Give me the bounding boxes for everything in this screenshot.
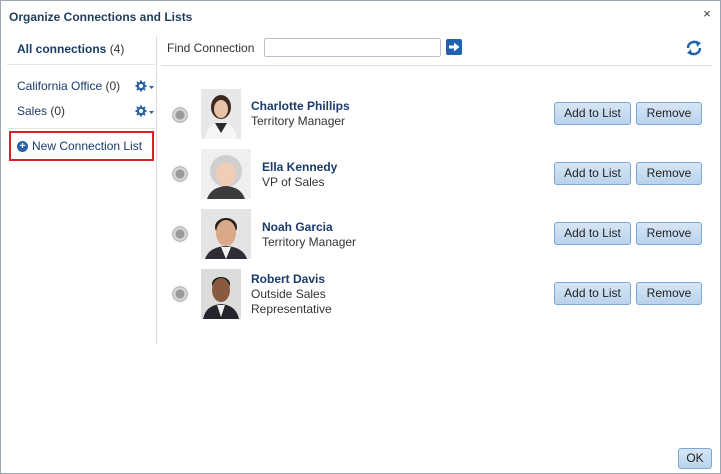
connection-row: Noah Garcia Territory Manager Add to Lis… xyxy=(161,207,712,261)
sidebar-item-california-office[interactable]: California Office (0) xyxy=(17,79,157,95)
select-radio[interactable] xyxy=(172,166,188,182)
ok-button[interactable]: OK xyxy=(678,448,712,469)
remove-button[interactable]: Remove xyxy=(636,102,702,125)
add-to-list-button[interactable]: Add to List xyxy=(554,162,631,185)
new-connection-list-label: New Connection List xyxy=(32,139,143,153)
connection-title-line-1: Outside Sales xyxy=(251,287,326,301)
list-count: (0) xyxy=(105,79,121,93)
list-count: (0) xyxy=(50,104,66,118)
sidebar: All connections (4) California Office (0… xyxy=(4,36,157,344)
divider xyxy=(7,128,155,129)
select-radio[interactable] xyxy=(172,107,188,123)
gear-icon[interactable] xyxy=(135,105,155,117)
connection-name[interactable]: Robert Davis xyxy=(251,272,325,286)
sidebar-item-all-connections[interactable]: All connections (4) xyxy=(17,42,124,56)
avatar xyxy=(201,269,241,319)
search-go-arrow-icon[interactable] xyxy=(446,39,462,55)
organize-connections-dialog: Organize Connections and Lists × All con… xyxy=(0,0,721,474)
add-to-list-button[interactable]: Add to List xyxy=(554,102,631,125)
add-to-list-button[interactable]: Add to List xyxy=(554,222,631,245)
connection-row: Robert Davis Outside Sales Representativ… xyxy=(161,267,712,321)
avatar xyxy=(201,209,251,259)
sidebar-item-sales[interactable]: Sales (0) xyxy=(17,104,157,120)
list-label: California Office xyxy=(17,79,103,93)
dialog-title: Organize Connections and Lists xyxy=(9,10,193,24)
connection-row: Ella Kennedy VP of Sales Add to List Rem… xyxy=(161,147,712,201)
remove-button[interactable]: Remove xyxy=(636,162,702,185)
find-connection-label: Find Connection xyxy=(167,41,255,55)
refresh-icon[interactable] xyxy=(685,39,703,57)
new-connection-list-button[interactable]: + New Connection List xyxy=(9,131,154,161)
all-connections-count: (4) xyxy=(109,42,125,56)
connection-title: Territory Manager xyxy=(251,114,346,128)
connection-row: Charlotte Phillips Territory Manager Add… xyxy=(161,87,712,141)
avatar xyxy=(201,89,241,139)
dialog-titlebar: Organize Connections and Lists × xyxy=(1,1,720,31)
connection-name[interactable]: Noah Garcia xyxy=(262,220,333,234)
select-radio[interactable] xyxy=(172,286,188,302)
list-label: Sales xyxy=(17,104,48,118)
avatar xyxy=(201,149,251,199)
connection-title: VP of Sales xyxy=(262,175,325,189)
find-connection-input[interactable] xyxy=(264,38,441,57)
select-radio[interactable] xyxy=(172,226,188,242)
all-connections-label: All connections xyxy=(17,42,107,56)
divider xyxy=(161,65,712,66)
remove-button[interactable]: Remove xyxy=(636,222,702,245)
remove-button[interactable]: Remove xyxy=(636,282,702,305)
connection-name[interactable]: Ella Kennedy xyxy=(262,160,337,174)
connection-title-line-2: Representative xyxy=(251,302,332,316)
connection-name[interactable]: Charlotte Phillips xyxy=(251,99,350,113)
add-to-list-button[interactable]: Add to List xyxy=(554,282,631,305)
plus-circle-icon: + xyxy=(17,140,28,152)
gear-icon[interactable] xyxy=(135,80,155,92)
close-icon[interactable]: × xyxy=(700,7,714,21)
divider xyxy=(7,64,155,65)
connection-title: Territory Manager xyxy=(262,235,357,249)
